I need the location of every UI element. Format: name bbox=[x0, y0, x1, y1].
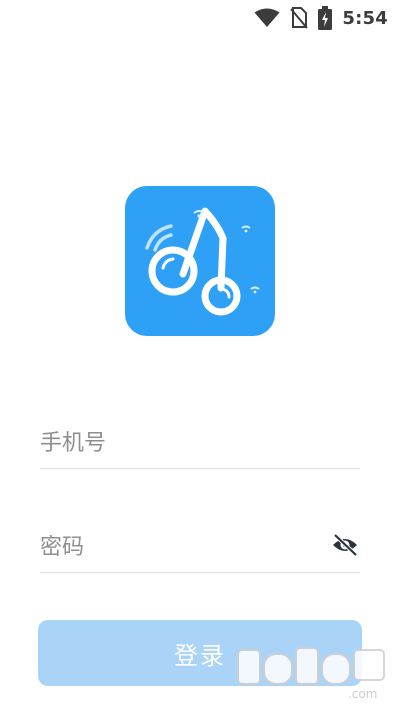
no-sim-icon bbox=[290, 7, 309, 29]
svg-text:.com: .com bbox=[348, 687, 377, 701]
login-button[interactable]: 登录 bbox=[38, 620, 362, 686]
app-logo bbox=[125, 186, 275, 336]
eye-off-icon bbox=[333, 533, 358, 557]
battery-charging-icon bbox=[318, 6, 333, 30]
wifi-icon bbox=[254, 8, 280, 27]
password-input[interactable] bbox=[40, 522, 320, 572]
password-field bbox=[40, 520, 360, 573]
status-time: 5:54 bbox=[342, 7, 388, 29]
phone-input[interactable] bbox=[40, 418, 320, 468]
phone-field bbox=[40, 416, 360, 469]
music-note-app-icon bbox=[125, 186, 275, 336]
login-button-label: 登录 bbox=[174, 641, 226, 670]
status-icons: 5:54 bbox=[254, 6, 388, 30]
password-visibility-toggle[interactable] bbox=[330, 530, 360, 560]
status-bar: 5:54 bbox=[0, 0, 400, 36]
